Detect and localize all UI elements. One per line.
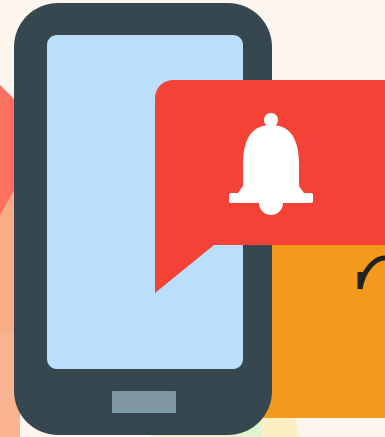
illustration (0, 0, 385, 437)
illustration-svg (0, 0, 385, 437)
orange-card (255, 238, 385, 418)
home-button (112, 391, 176, 413)
